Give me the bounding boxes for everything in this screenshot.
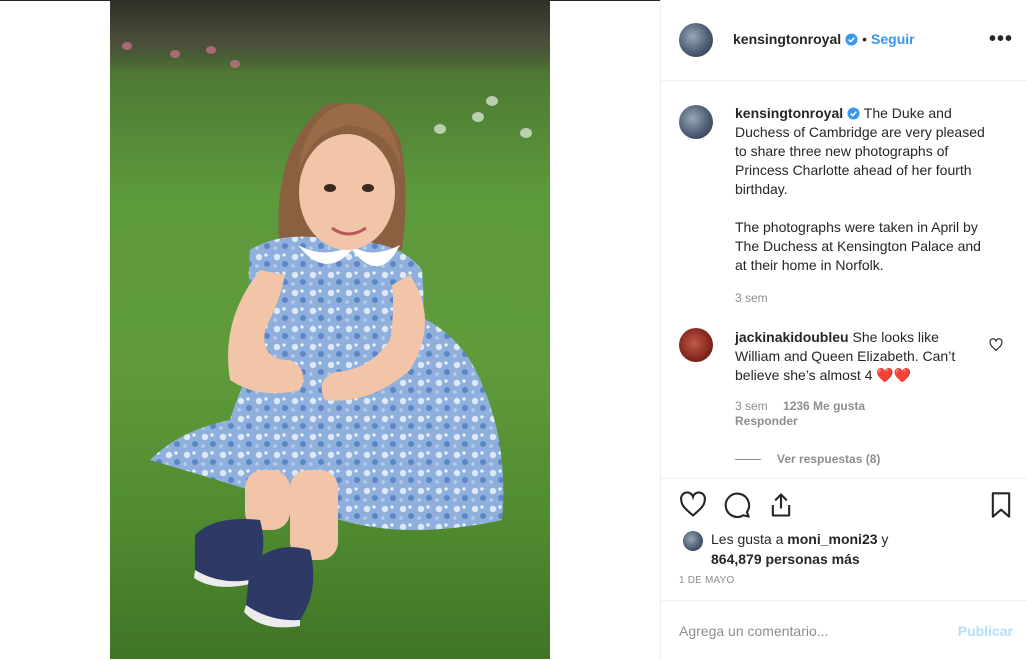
comment-likes[interactable]: 1236 Me gusta	[783, 399, 865, 413]
verified-icon	[847, 107, 860, 120]
post-sidebar: kensingtonroyal • Seguir ••• kensingtonroy…	[660, 0, 1026, 659]
verified-icon	[845, 33, 858, 46]
follow-button[interactable]: Seguir	[871, 31, 915, 47]
post-actions: Les gusta a moni_moni23 y 864,879 person…	[661, 478, 1026, 599]
separator-dot: •	[862, 31, 868, 47]
comment-like-heart-icon[interactable]	[989, 338, 1003, 352]
more-options-icon[interactable]: •••	[989, 28, 1013, 51]
share-icon[interactable]	[767, 491, 795, 519]
author-line: kensingtonroyal • Seguir	[733, 31, 915, 49]
view-replies[interactable]: Ver respuestas (8)	[735, 452, 880, 466]
likes-summary[interactable]: Les gusta a moni_moni23 y 864,879 person…	[711, 529, 1011, 569]
likes-count[interactable]: 864,879 personas más	[711, 551, 860, 567]
likes-user[interactable]: moni_moni23	[787, 531, 877, 547]
author-username[interactable]: kensingtonroyal	[733, 31, 841, 47]
commenter-avatar[interactable]	[679, 328, 713, 362]
photo-subject	[150, 103, 504, 628]
comment-input[interactable]: Agrega un comentario...	[679, 623, 828, 639]
post-header: kensingtonroyal • Seguir •••	[661, 0, 1026, 81]
publish-button[interactable]: Publicar	[958, 623, 1013, 639]
heart-icon[interactable]	[679, 491, 707, 519]
author-avatar[interactable]	[679, 23, 713, 57]
caption-username[interactable]: kensingtonroyal	[735, 105, 843, 121]
post-photo[interactable]	[110, 0, 550, 659]
post-date[interactable]: 1 DE MAYO	[679, 575, 735, 586]
caption-avatar[interactable]	[679, 105, 713, 139]
bookmark-icon[interactable]	[987, 491, 1015, 519]
comment-icon[interactable]	[723, 491, 751, 519]
post-caption: kensingtonroyal The Duke and Duchess of …	[735, 104, 995, 308]
comment-emoji: ❤️❤️	[876, 367, 912, 383]
comment-username[interactable]: jackinakidoubleu	[735, 329, 849, 345]
likes-prefix: Les gusta a	[711, 531, 784, 547]
reply-button[interactable]: Responder	[735, 414, 798, 428]
likes-conjunction: y	[881, 531, 889, 547]
caption-timestamp[interactable]: 3 sem	[735, 289, 995, 308]
add-comment-bar: Agrega un comentario... Publicar	[661, 600, 1026, 660]
comment-item: jackinakidoubleu She looks like William …	[735, 328, 975, 429]
liker-avatar[interactable]	[683, 531, 703, 551]
caption-text-2: The photographs were taken in April by T…	[735, 219, 981, 273]
view-replies-label[interactable]: Ver respuestas (8)	[777, 452, 880, 466]
replies-divider	[735, 459, 761, 461]
comment-timestamp[interactable]: 3 sem	[735, 399, 768, 413]
